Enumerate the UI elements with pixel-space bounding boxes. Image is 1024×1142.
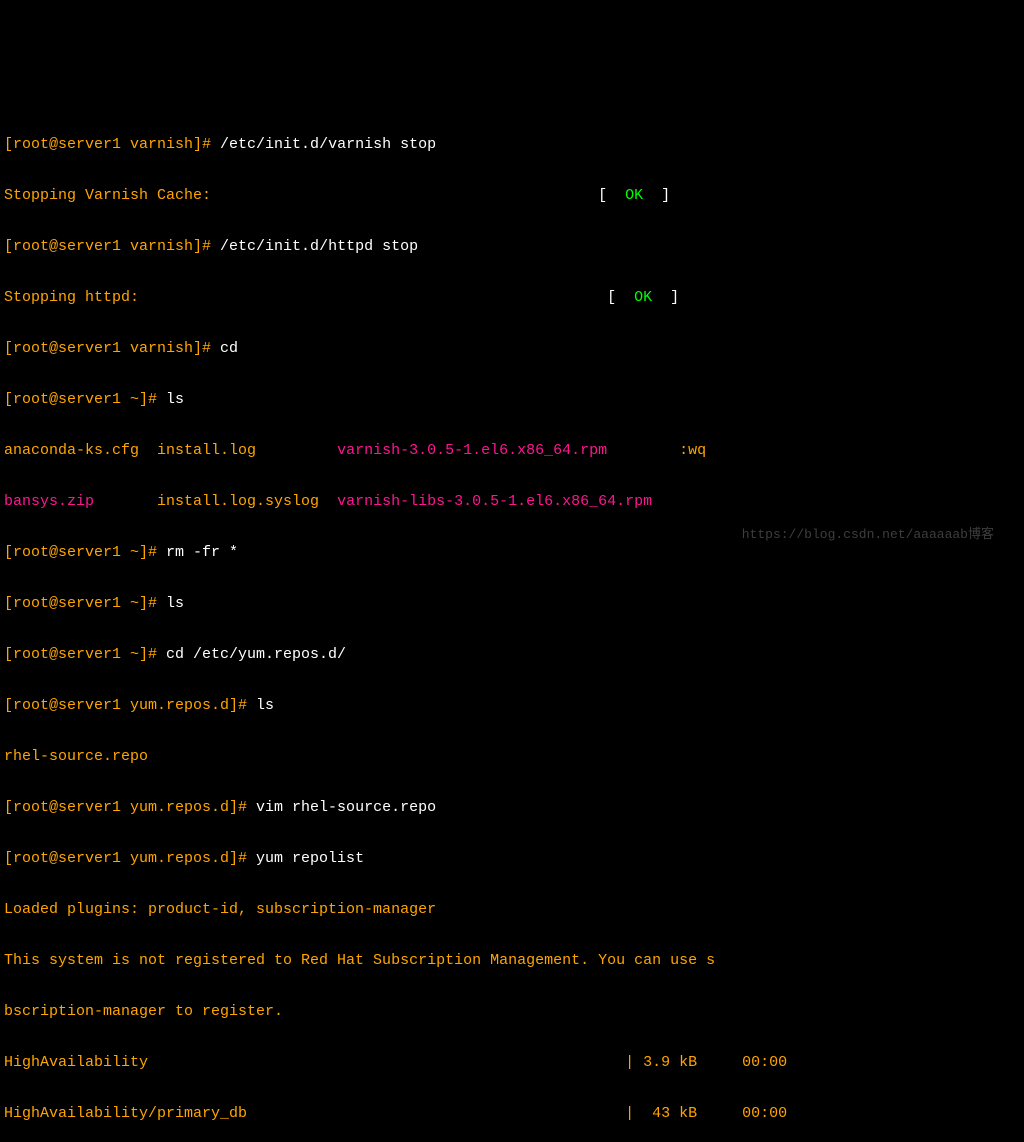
cmd-line: [root@server1 varnish]# cd — [4, 336, 1020, 362]
prompt: [root@server1 ~]# — [4, 646, 166, 663]
output-text: bscription-manager to register. — [4, 999, 1020, 1025]
watermark: https://blog.csdn.net/aaaaaab博客 — [742, 524, 994, 546]
repo-time: 00:00 — [697, 1105, 787, 1122]
prompt: [root@server1 varnish]# — [4, 238, 220, 255]
command: cd — [220, 340, 238, 357]
status-label: Stopping httpd: — [4, 289, 139, 306]
bracket: ] — [643, 187, 670, 204]
file: anaconda-ks.cfg — [4, 442, 139, 459]
file: bansys.zip — [4, 493, 94, 510]
bracket: [ — [607, 289, 634, 306]
repo-line: HighAvailability/primary_db | 43 kB 00:0… — [4, 1101, 1020, 1127]
ls-output: anaconda-ks.cfg install.log varnish-3.0.… — [4, 438, 1020, 464]
output-text: rhel-source.repo — [4, 744, 1020, 770]
status-label: Stopping Varnish Cache: — [4, 187, 211, 204]
repo-name: HighAvailability/primary_db — [4, 1105, 247, 1122]
ls-output: bansys.zip install.log.syslog varnish-li… — [4, 489, 1020, 515]
file: install.log — [139, 442, 337, 459]
command: cd /etc/yum.repos.d/ — [166, 646, 346, 663]
cmd-line: [root@server1 varnish]# /etc/init.d/varn… — [4, 132, 1020, 158]
bracket: ] — [652, 289, 679, 306]
status-ok: OK — [634, 289, 652, 306]
repo-size: | 3.9 kB — [625, 1054, 697, 1071]
prompt: [root@server1 ~]# — [4, 391, 166, 408]
prompt: [root@server1 yum.repos.d]# — [4, 850, 256, 867]
command: ls — [256, 697, 274, 714]
cmd-line: [root@server1 varnish]# /etc/init.d/http… — [4, 234, 1020, 260]
prompt: [root@server1 varnish]# — [4, 340, 220, 357]
command: yum repolist — [256, 850, 364, 867]
status-ok: OK — [625, 187, 643, 204]
command: /etc/init.d/httpd stop — [220, 238, 418, 255]
repo-size: | 43 kB — [625, 1105, 697, 1122]
bracket: [ — [598, 187, 625, 204]
prompt: [root@server1 yum.repos.d]# — [4, 799, 256, 816]
cmd-line: [root@server1 ~]# ls — [4, 591, 1020, 617]
status-line: Stopping httpd: [ OK ] — [4, 285, 1020, 311]
cmd-line: [root@server1 ~]# cd /etc/yum.repos.d/ — [4, 642, 1020, 668]
status-line: Stopping Varnish Cache: [ OK ] — [4, 183, 1020, 209]
file: varnish-libs-3.0.5-1.el6.x86_64.rpm — [337, 493, 652, 510]
tail: :wq — [607, 442, 706, 459]
command: vim rhel-source.repo — [256, 799, 436, 816]
command: ls — [166, 595, 184, 612]
command: rm -fr * — [166, 544, 238, 561]
prompt: [root@server1 ~]# — [4, 544, 166, 561]
prompt: [root@server1 varnish]# — [4, 136, 220, 153]
cmd-line: [root@server1 yum.repos.d]# yum repolist — [4, 846, 1020, 872]
terminal-output[interactable]: [root@server1 varnish]# /etc/init.d/varn… — [4, 106, 1020, 1142]
repo-name: HighAvailability — [4, 1054, 148, 1071]
repo-line: HighAvailability | 3.9 kB 00:00 — [4, 1050, 1020, 1076]
cmd-line: [root@server1 ~]# ls — [4, 387, 1020, 413]
cmd-line: [root@server1 yum.repos.d]# ls — [4, 693, 1020, 719]
command: /etc/init.d/varnish stop — [220, 136, 436, 153]
cmd-line: [root@server1 yum.repos.d]# vim rhel-sou… — [4, 795, 1020, 821]
output-text: Loaded plugins: product-id, subscription… — [4, 897, 1020, 923]
command: ls — [166, 391, 184, 408]
repo-time: 00:00 — [697, 1054, 787, 1071]
prompt: [root@server1 yum.repos.d]# — [4, 697, 256, 714]
output-text: This system is not registered to Red Hat… — [4, 948, 1020, 974]
prompt: [root@server1 ~]# — [4, 595, 166, 612]
file: varnish-3.0.5-1.el6.x86_64.rpm — [337, 442, 607, 459]
file: install.log.syslog — [94, 493, 337, 510]
